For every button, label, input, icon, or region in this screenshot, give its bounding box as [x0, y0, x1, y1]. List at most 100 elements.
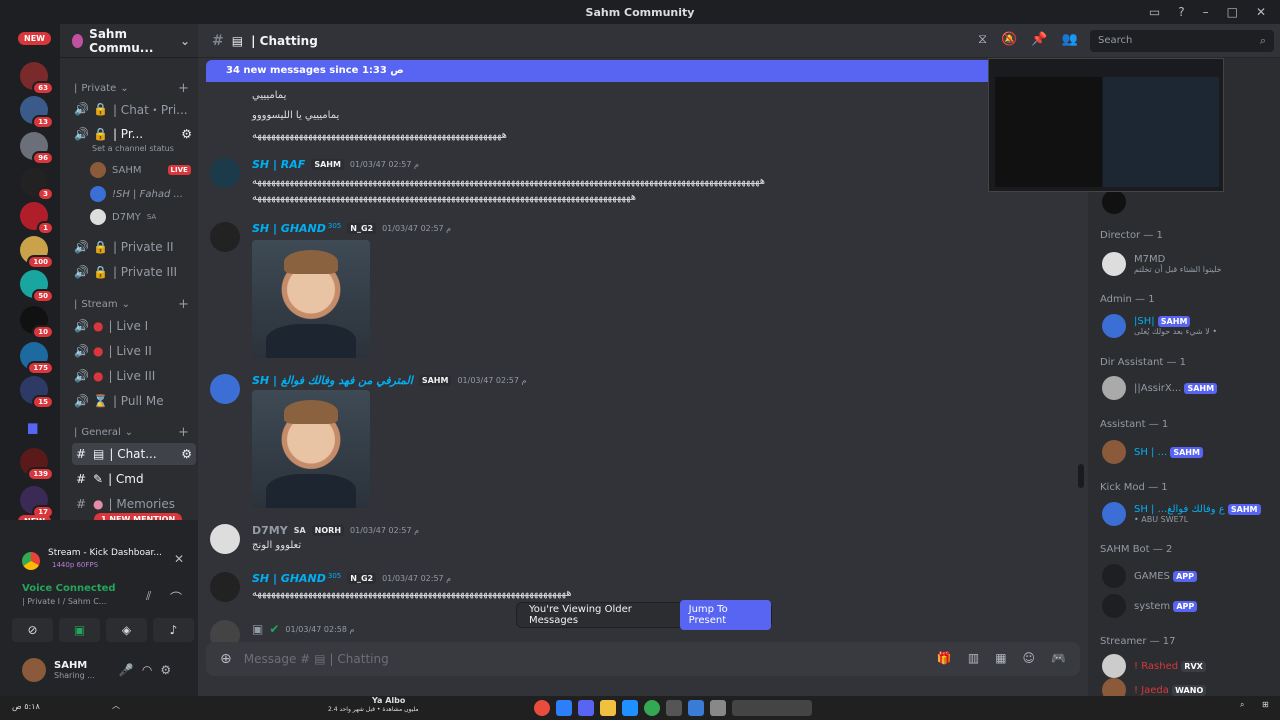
- inbox-icon[interactable]: ▭: [1149, 5, 1160, 19]
- new-pill-top[interactable]: NEW: [18, 32, 51, 45]
- message-composer[interactable]: ⊕ Message # ▤ | Chatting 🎁 ▥ ▦ ☺ 🎮: [206, 642, 1080, 676]
- gear-icon[interactable]: ⚙: [181, 127, 192, 141]
- channel-live-ii[interactable]: 🔊 ● | Live II: [72, 340, 196, 362]
- voice-channel[interactable]: | Private I / Sahm C...: [22, 597, 106, 606]
- server-tag[interactable]: SAHM: [418, 375, 452, 386]
- soundboard-button[interactable]: ♪: [153, 618, 194, 642]
- channel-memories[interactable]: # ● | Memories: [72, 493, 196, 515]
- clock[interactable]: ٥:١٨ ص: [12, 702, 40, 711]
- member-item[interactable]: ! Jaeda WANO: [1102, 674, 1207, 696]
- category-general[interactable]: | General ⌄ +: [74, 425, 189, 440]
- chrome-taskbar-icon[interactable]: [534, 700, 550, 716]
- gift-icon[interactable]: 🎁: [937, 651, 952, 665]
- gear-icon[interactable]: ⚙: [181, 447, 192, 461]
- app-taskbar-icon[interactable]: [666, 700, 682, 716]
- server-icon[interactable]: 13: [20, 96, 54, 129]
- pin-icon[interactable]: 📌: [1031, 32, 1047, 47]
- server-icon[interactable]: 100: [20, 236, 54, 269]
- discord-taskbar-icon[interactable]: [578, 700, 594, 716]
- sticker-icon[interactable]: ▦: [995, 651, 1006, 665]
- camera-off-button[interactable]: ⊘: [12, 618, 53, 642]
- search-icon[interactable]: ⌕: [1240, 700, 1244, 710]
- emoji-icon[interactable]: ☺: [1023, 651, 1036, 665]
- stream-preview-overlay[interactable]: [988, 58, 1224, 192]
- add-channel-icon[interactable]: +: [178, 425, 189, 440]
- server-icon[interactable]: 96: [20, 132, 54, 165]
- headphones-icon[interactable]: ◠: [142, 663, 152, 677]
- voice-user[interactable]: SAHM LIVE: [90, 160, 191, 180]
- channel-chatting[interactable]: # ▤ | Chat... ⚙: [72, 443, 196, 465]
- stream-panel[interactable]: Stream - Kick Dashboar... 1440p 60FPS ✕: [12, 548, 194, 576]
- add-channel-icon[interactable]: +: [178, 81, 189, 96]
- scrollbar[interactable]: [1078, 464, 1084, 488]
- avatar[interactable]: [210, 524, 240, 554]
- mute-icon[interactable]: 🔕: [1001, 32, 1017, 47]
- category-private[interactable]: | Private ⌄ +: [74, 81, 189, 96]
- image-attachment[interactable]: [252, 240, 370, 358]
- taskbar-preview[interactable]: [732, 700, 812, 716]
- server-icon[interactable]: 175: [20, 342, 54, 375]
- avatar[interactable]: [210, 374, 240, 404]
- close-button[interactable]: ✕: [1256, 5, 1266, 19]
- threads-icon[interactable]: ⧖: [978, 32, 987, 47]
- author-name[interactable]: SH | GHAND: [252, 572, 326, 585]
- channel-pull-me[interactable]: 🔊 ⌛ | Pull Me: [72, 390, 196, 412]
- jump-to-present-button[interactable]: Jump To Present: [679, 600, 771, 630]
- author-name[interactable]: SH | GHAND: [252, 222, 326, 235]
- search-input[interactable]: Search ⌕: [1090, 30, 1274, 52]
- channel-cmd[interactable]: # ✎ | Cmd: [72, 468, 196, 490]
- server-tag[interactable]: NORH: [311, 525, 345, 536]
- guild-header[interactable]: Sahm Commu... ⌄: [60, 24, 198, 58]
- help-icon[interactable]: ?: [1178, 5, 1184, 19]
- author-name[interactable]: SH | RAF: [252, 158, 305, 171]
- member-item[interactable]: SH | ...ع وفالك فوالغ SAHM • ABU SWE7L: [1102, 498, 1261, 530]
- avatar[interactable]: [210, 222, 240, 252]
- channel-status-hint[interactable]: Set a channel status: [92, 144, 174, 153]
- server-icon[interactable]: 10: [20, 306, 54, 339]
- server-icon[interactable]: 63: [20, 62, 54, 95]
- maximize-button[interactable]: □: [1227, 5, 1238, 19]
- store-taskbar-icon[interactable]: [622, 700, 638, 716]
- author-name[interactable]: D7MY: [252, 524, 288, 537]
- defender-taskbar-icon[interactable]: [556, 700, 572, 716]
- members-icon[interactable]: 👥: [1062, 32, 1078, 47]
- image-attachment[interactable]: [252, 390, 370, 508]
- member-item[interactable]: ||AssirX... SAHM: [1102, 372, 1218, 404]
- channel-private-iii[interactable]: 🔊 🔒 | Private III: [72, 261, 196, 283]
- folder-taskbar-icon[interactable]: [600, 700, 616, 716]
- server-tag[interactable]: N_G2: [347, 573, 377, 584]
- add-channel-icon[interactable]: +: [178, 297, 189, 312]
- app-taskbar-icon[interactable]: [710, 700, 726, 716]
- start-icon[interactable]: ⊞: [1262, 700, 1269, 709]
- server-icon[interactable]: 1: [20, 202, 54, 235]
- chevron-up-icon[interactable]: ︿: [112, 700, 120, 711]
- folder-icon[interactable]: ▆: [20, 414, 48, 442]
- member-item[interactable]: system APP: [1102, 590, 1198, 622]
- member-item[interactable]: SH | ... SAHM: [1102, 436, 1203, 468]
- server-icon[interactable]: 17: [20, 486, 54, 519]
- channel-private-ii[interactable]: 🔊 🔒 | Private II: [72, 236, 196, 258]
- server-tag[interactable]: SAHM: [311, 159, 344, 170]
- voice-user[interactable]: D7MY SA: [90, 207, 156, 227]
- server-icon[interactable]: 50: [20, 270, 54, 303]
- gif-icon[interactable]: ▥: [968, 651, 979, 665]
- avatar[interactable]: [210, 158, 240, 188]
- screen-share-button[interactable]: ▣: [59, 618, 100, 642]
- add-attachment-icon[interactable]: ⊕: [220, 651, 232, 667]
- member-item[interactable]: GAMES APP: [1102, 560, 1197, 592]
- author-name[interactable]: SH | المترفي من فهد وفالك فوالغ: [252, 374, 413, 387]
- server-icon[interactable]: 139: [20, 448, 54, 481]
- server-icon[interactable]: 3: [20, 168, 54, 201]
- server-icon[interactable]: 15: [20, 376, 54, 409]
- chrome-taskbar-icon[interactable]: [644, 700, 660, 716]
- member-item[interactable]: M7MD خليتوا الشتاء قبل أن تخلتم: [1102, 248, 1222, 280]
- member-item[interactable]: |SH| SAHM لا شيء بعد حولك يُغلى •: [1102, 310, 1217, 342]
- microphone-icon[interactable]: 🎤: [119, 663, 134, 677]
- channel-live-iii[interactable]: 🔊 ● | Live III: [72, 365, 196, 387]
- settings-icon[interactable]: ⚙: [160, 663, 171, 677]
- channel-live-i[interactable]: 🔊 ● | Live I: [72, 315, 196, 337]
- avatar[interactable]: [22, 658, 46, 682]
- app-taskbar-icon[interactable]: [688, 700, 704, 716]
- avatar[interactable]: [210, 572, 240, 602]
- voice-user[interactable]: !SH | Fahad ...: [90, 184, 183, 204]
